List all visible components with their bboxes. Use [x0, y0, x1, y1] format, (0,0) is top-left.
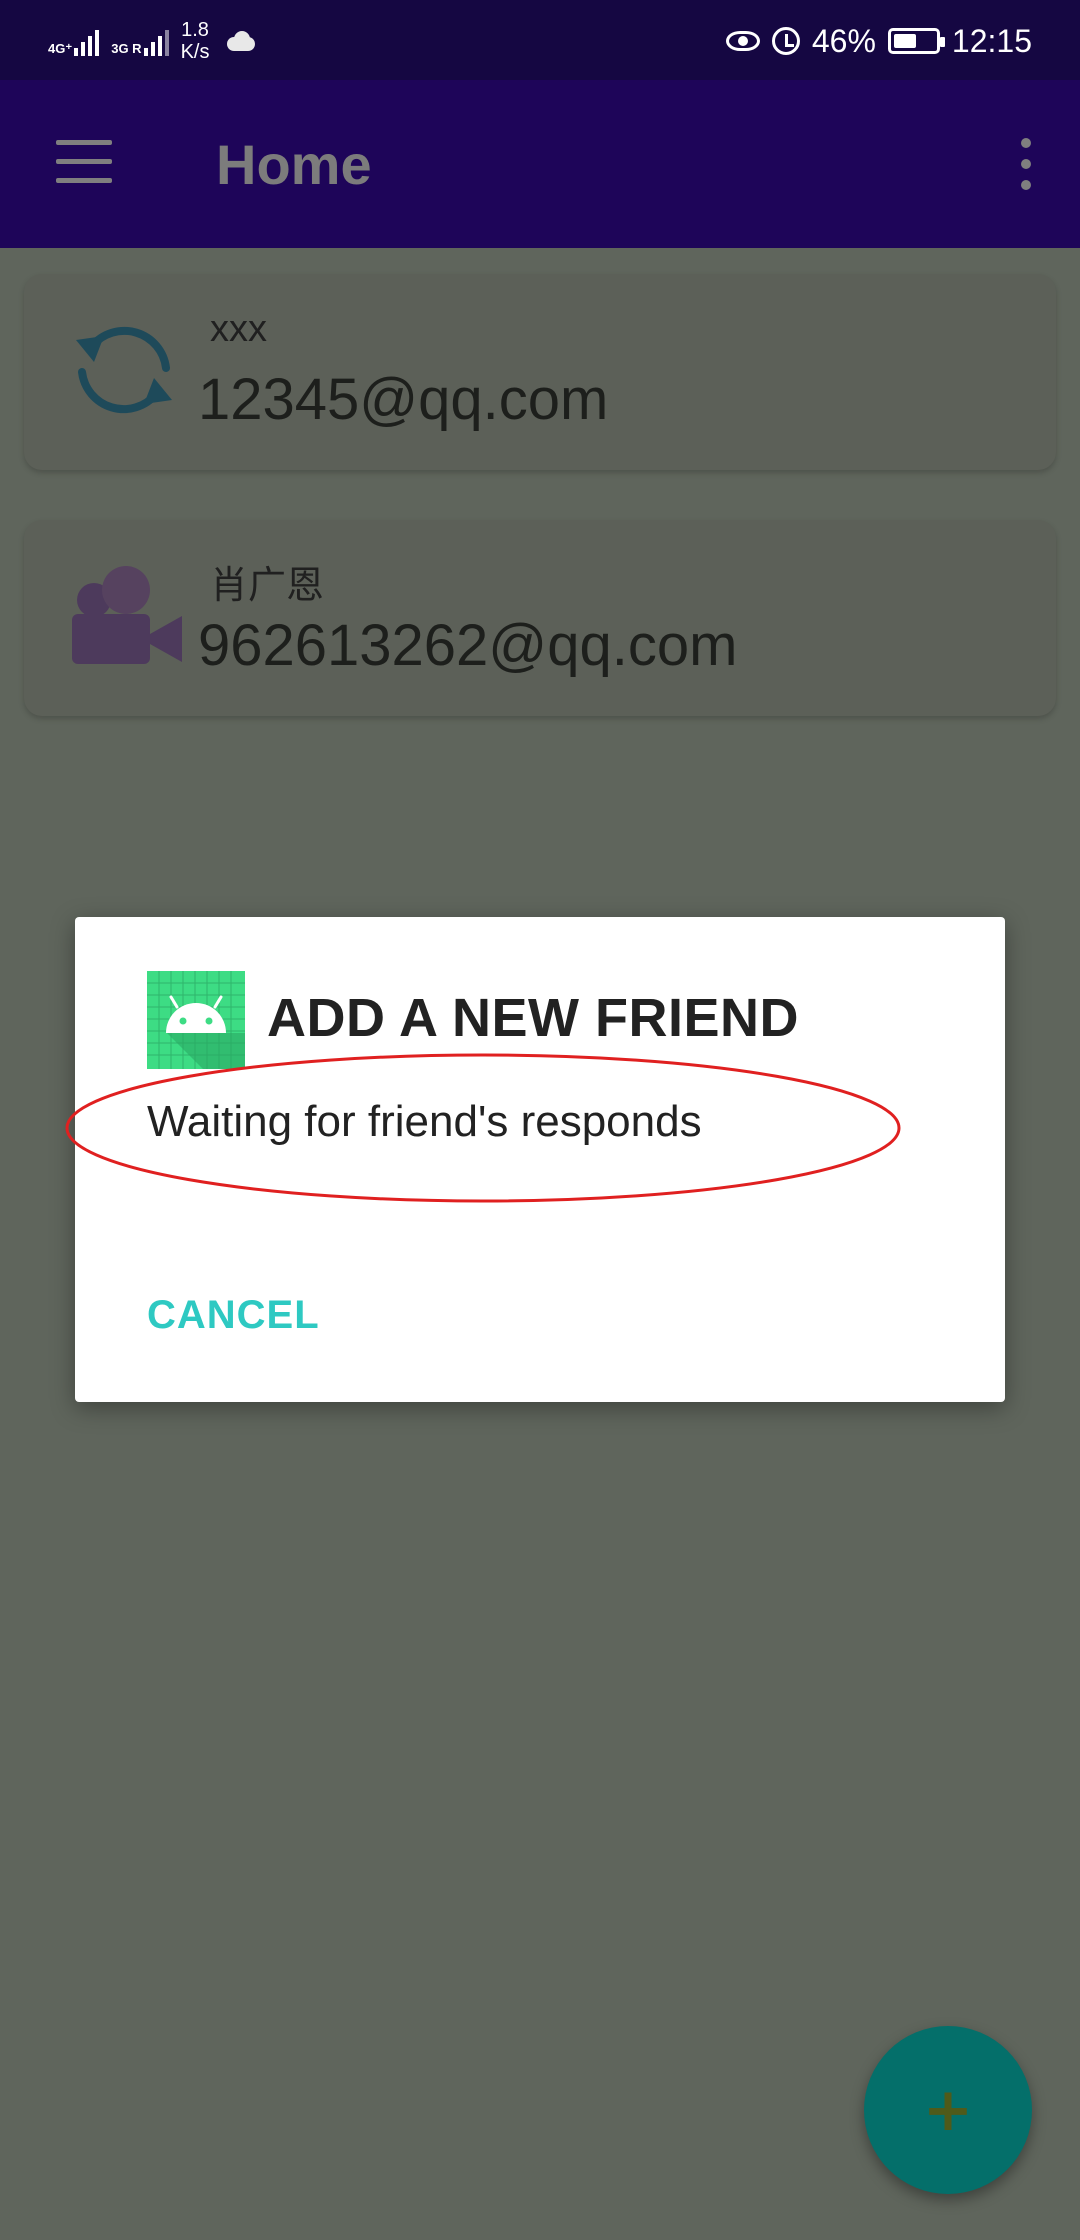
video-call-icon: [72, 566, 182, 664]
contact-card[interactable]: 肖广恩 962613262@qq.com: [24, 520, 1056, 716]
page-title: Home: [216, 133, 372, 196]
contact-card[interactable]: xxx 12345@qq.com: [24, 274, 1056, 470]
contact-name: xxx: [210, 308, 267, 350]
status-bar: 4G⁺ 3G R 1.8 K/s 46% 12:15: [0, 0, 1080, 80]
contact-email: 12345@qq.com: [198, 367, 609, 432]
signal-3g: 3G R: [111, 26, 169, 56]
eye-comfort-icon: [725, 31, 760, 51]
plus-icon: +: [922, 2075, 974, 2145]
speed-unit: K/s: [180, 41, 210, 63]
signal-bars-icon: [143, 26, 169, 56]
network-label-2: 3G R: [111, 41, 142, 56]
status-left: 4G⁺ 3G R 1.8 K/s: [48, 16, 257, 66]
contact-email: 962613262@qq.com: [198, 613, 738, 678]
contact-name: 肖广恩: [210, 565, 325, 607]
alarm-icon: [771, 27, 800, 55]
network-speed: 1.8 K/s: [181, 19, 210, 63]
clock: 12:15: [951, 22, 1032, 59]
sync-icon: [76, 326, 172, 414]
battery-percent: 46%: [811, 22, 876, 59]
cancel-button[interactable]: CANCEL: [147, 1293, 320, 1338]
dialog-title: ADD A NEW FRIEND: [267, 988, 799, 1048]
battery-icon: [887, 28, 945, 54]
signal-4g: 4G⁺: [48, 26, 100, 56]
signal-bars-icon: [74, 26, 100, 56]
android-app-icon: [147, 971, 245, 1069]
network-label-1: 4G⁺: [48, 41, 73, 56]
dialog-message: Waiting for friend's responds: [147, 1097, 702, 1146]
cloud-icon: [221, 31, 257, 51]
hamburger-menu-icon[interactable]: [56, 140, 112, 186]
speed-value: 1.8: [181, 19, 209, 41]
add-friend-fab[interactable]: +: [864, 2026, 1032, 2194]
app-bar: Home: [0, 80, 1080, 248]
overflow-menu-icon[interactable]: [1018, 138, 1034, 190]
status-right: 46% 12:15: [725, 18, 1032, 64]
add-friend-dialog: ADD A NEW FRIEND Waiting for friend's re…: [65, 917, 1005, 1402]
